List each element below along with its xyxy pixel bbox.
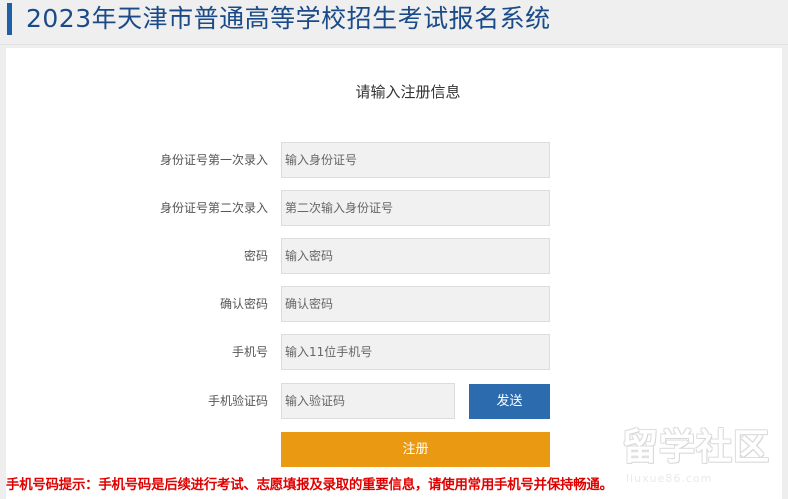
- sms-code-input[interactable]: 输入验证码: [281, 383, 455, 419]
- watermark-url: liuxue86.com: [626, 472, 713, 485]
- password-label: 密码: [243, 249, 268, 263]
- send-code-button[interactable]: 发送: [469, 384, 550, 419]
- form-title: 请输入注册信息: [355, 83, 461, 101]
- phone-label: 手机号: [231, 345, 268, 359]
- page-header: 2023年天津市普通高等学校招生考试报名系统: [0, 0, 788, 45]
- header-accent-bar: [7, 3, 12, 35]
- register-button[interactable]: 注册: [281, 432, 550, 467]
- id-first-label: 身份证号第一次录入: [159, 153, 268, 167]
- id-second-input[interactable]: 第二次输入身份证号: [281, 190, 550, 226]
- site-watermark: 留学社区 liuxue86.com: [622, 428, 778, 494]
- watermark-logo: 留学社区: [622, 427, 771, 468]
- confirm-password-label: 确认密码: [219, 297, 268, 311]
- id-second-label: 身份证号第二次录入: [159, 201, 268, 215]
- phone-notice: 手机号码提示：手机号码是后续进行考试、志愿填报及录取的重要信息，请使用常用手机号…: [6, 478, 613, 493]
- page-title: 2023年天津市普通高等学校招生考试报名系统: [26, 4, 551, 33]
- password-input[interactable]: 输入密码: [281, 238, 550, 274]
- id-first-input[interactable]: 输入身份证号: [281, 142, 550, 178]
- confirm-password-input[interactable]: 确认密码: [281, 286, 550, 322]
- sms-code-label: 手机验证码: [207, 394, 268, 408]
- phone-input[interactable]: 输入11位手机号: [281, 334, 550, 370]
